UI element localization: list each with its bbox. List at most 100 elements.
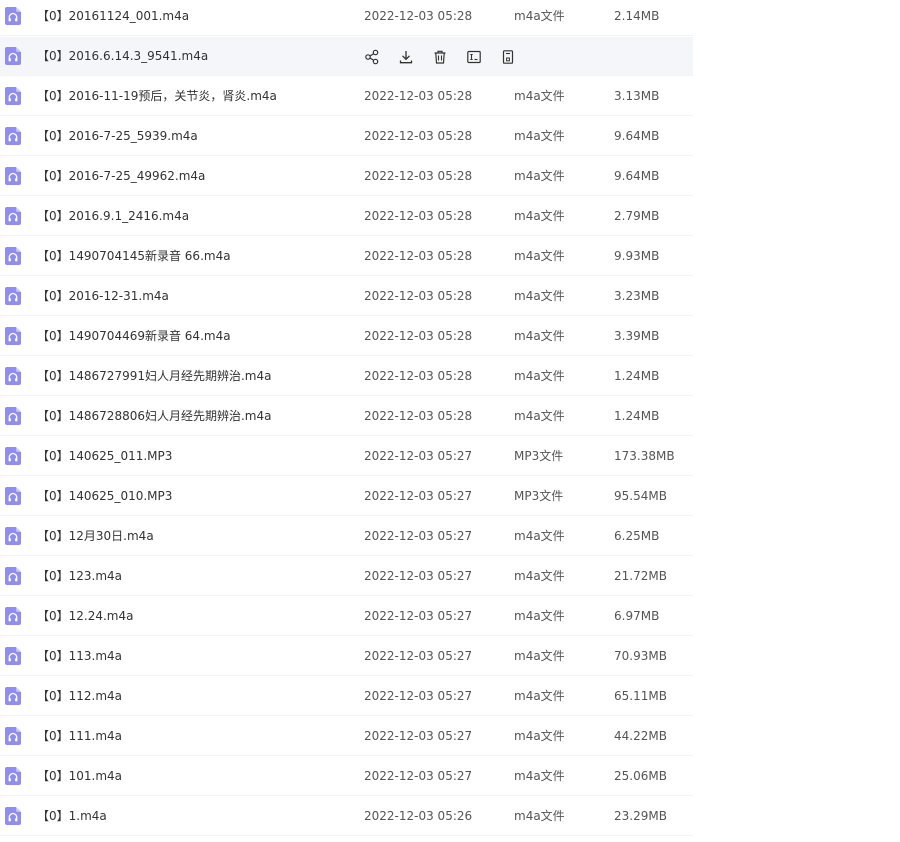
file-date: 2022-12-03 05:28 [364,129,473,143]
file-row[interactable]: 【0】2016-12-31.m4a 2022-12-03 05:28 m4a文件 3.… [0,277,693,316]
file-date: 2022-12-03 05:27 [364,649,473,663]
file-row[interactable]: 【0】101.m4a 2022-12-03 05:27 m4a文件 25.06MB [0,757,693,796]
file-name[interactable]: 【0】1490704145新录音 66.m4a [37,237,231,276]
audio-file-icon [5,367,21,385]
file-size: 95.54MB [614,489,667,503]
file-row[interactable]: 【0】2016-7-25_49962.m4a 2022-12-03 05:28 m4… [0,157,693,196]
file-row[interactable]: 【0】1490704145新录音 66.m4a 2022-12-03 05:28 m… [0,237,693,276]
file-name[interactable]: 【0】123.m4a [37,557,122,596]
file-row[interactable]: 【0】1490704469新录音 64.m4a 2022-12-03 05:28 m… [0,317,693,356]
file-date: 2022-12-03 05:26 [364,809,473,823]
file-type: m4a文件 [514,649,565,663]
file-type: m4a文件 [514,409,565,423]
file-size: 9.64MB [614,169,660,183]
file-size: 9.93MB [614,249,660,263]
audio-file-icon [5,87,21,105]
file-type: m4a文件 [514,89,565,103]
file-size: 9.64MB [614,129,660,143]
file-row[interactable]: 【0】140625_010.MP3 2022-12-03 05:27 MP3文件 95… [0,477,693,516]
file-type: m4a文件 [514,569,565,583]
audio-file-icon [5,487,21,505]
file-row[interactable]: 【0】2016-7-25_5939.m4a 2022-12-03 05:28 m4a… [0,117,693,156]
file-size: 2.79MB [614,209,660,223]
file-date: 2022-12-03 05:28 [364,209,473,223]
file-type: m4a文件 [514,209,565,223]
audio-file-icon [5,407,21,425]
file-type: m4a文件 [514,689,565,703]
audio-file-icon [5,47,21,65]
file-name[interactable]: 【0】20161124_001.m4a [37,0,189,36]
file-row[interactable]: 【0】2016-11-19预后，关节炎，肾炎.m4a 2022-12-03 05:… [0,77,693,116]
file-row[interactable]: 【0】12.24.m4a 2022-12-03 05:27 m4a文件 6.97MB [0,597,693,636]
audio-file-icon [5,7,21,25]
file-name[interactable]: 【0】111.m4a [37,717,122,756]
file-size: 21.72MB [614,569,667,583]
file-size: 3.13MB [614,89,660,103]
file-name[interactable]: 【0】2016.6.14.3_9541.m4a [37,37,208,76]
file-date: 2022-12-03 05:27 [364,569,473,583]
file-name[interactable]: 【0】112.m4a [37,677,122,716]
file-row[interactable]: 【0】1486728806妇人月经先期辨治.m4a 2022-12-03 05:2… [0,397,693,436]
file-name[interactable]: 【0】2016-11-19预后，关节炎，肾炎.m4a [37,77,277,116]
file-row[interactable]: 【0】112.m4a 2022-12-03 05:27 m4a文件 65.11MB [0,677,693,716]
file-size: 3.23MB [614,289,660,303]
file-name[interactable]: 【0】2016-12-31.m4a [37,277,169,316]
file-name[interactable]: 【0】2016.9.1_2416.m4a [37,197,189,236]
file-date: 2022-12-03 05:27 [364,449,473,463]
file-date: 2022-12-03 05:28 [364,249,473,263]
share-icon[interactable] [364,49,380,65]
file-size: 173.38MB [614,449,675,463]
download-icon[interactable] [398,49,414,65]
file-size: 65.11MB [614,689,667,703]
file-name[interactable]: 【0】2016-7-25_5939.m4a [37,117,198,156]
file-type: m4a文件 [514,609,565,623]
file-size: 44.22MB [614,729,667,743]
file-type: m4a文件 [514,329,565,343]
file-row[interactable]: 【0】2016.6.14.3_9541.m4a [0,37,693,76]
file-name[interactable]: 【0】140625_010.MP3 [37,477,172,516]
file-size: 1.24MB [614,369,660,383]
audio-file-icon [5,807,21,825]
file-date: 2022-12-03 05:28 [364,89,473,103]
file-name[interactable]: 【0】101.m4a [37,757,122,796]
file-date: 2022-12-03 05:27 [364,489,473,503]
file-type: m4a文件 [514,169,565,183]
file-name[interactable]: 【0】1490704469新录音 64.m4a [37,317,231,356]
rename-icon[interactable] [466,49,482,65]
file-name[interactable]: 【0】12月30日.m4a [37,517,154,556]
file-row[interactable]: 【0】140625_011.MP3 2022-12-03 05:27 MP3文件 17… [0,437,693,476]
file-type: m4a文件 [514,249,565,263]
file-type: m4a文件 [514,9,565,23]
file-name[interactable]: 【0】1486728806妇人月经先期辨治.m4a [37,397,271,436]
file-type: m4a文件 [514,129,565,143]
file-date: 2022-12-03 05:27 [364,529,473,543]
file-row[interactable]: 【0】1.m4a 2022-12-03 05:26 m4a文件 23.29MB [0,797,693,836]
file-date: 2022-12-03 05:28 [364,329,473,343]
audio-file-icon [5,167,21,185]
file-size: 70.93MB [614,649,667,663]
file-date: 2022-12-03 05:28 [364,369,473,383]
file-row[interactable]: 【0】123.m4a 2022-12-03 05:27 m4a文件 21.72MB [0,557,693,596]
file-row[interactable]: 【0】2016.9.1_2416.m4a 2022-12-03 05:28 m4a文… [0,197,693,236]
file-name[interactable]: 【0】1.m4a [37,797,107,836]
file-size: 6.97MB [614,609,660,623]
file-row[interactable]: 【0】113.m4a 2022-12-03 05:27 m4a文件 70.93MB [0,637,693,676]
row-actions [364,37,534,76]
file-name[interactable]: 【0】140625_011.MP3 [37,437,172,476]
file-name[interactable]: 【0】2016-7-25_49962.m4a [37,157,205,196]
audio-file-icon [5,207,21,225]
audio-file-icon [5,247,21,265]
file-name[interactable]: 【0】1486727991妇人月经先期辨治.m4a [37,357,271,396]
file-row[interactable]: 【0】12月30日.m4a 2022-12-03 05:27 m4a文件 6.25MB [0,517,693,556]
file-date: 2022-12-03 05:27 [364,609,473,623]
copy-icon[interactable] [500,49,516,65]
file-row[interactable]: 【0】20161124_001.m4a 2022-12-03 05:28 m4a文件… [0,0,693,36]
file-date: 2022-12-03 05:27 [364,729,473,743]
file-name[interactable]: 【0】12.24.m4a [37,597,133,636]
file-row[interactable]: 【0】111.m4a 2022-12-03 05:27 m4a文件 44.22MB [0,717,693,756]
delete-icon[interactable] [432,49,448,65]
file-row[interactable]: 【0】1486727991妇人月经先期辨治.m4a 2022-12-03 05:2… [0,357,693,396]
file-type: m4a文件 [514,809,565,823]
audio-file-icon [5,287,21,305]
file-name[interactable]: 【0】113.m4a [37,637,122,676]
